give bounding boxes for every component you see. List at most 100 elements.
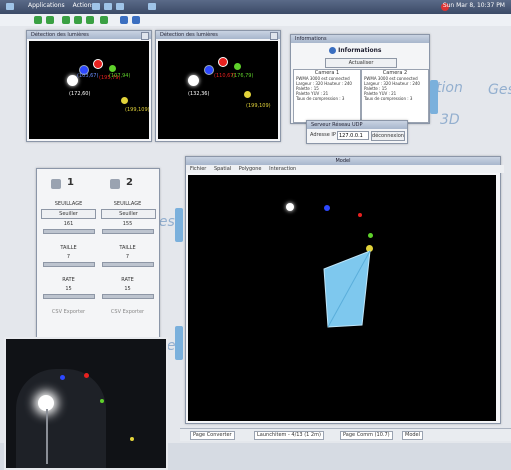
handwriting: Ges <box>488 82 511 98</box>
point-label: (172,60) <box>69 91 91 97</box>
launcher-icon[interactable] <box>92 3 100 10</box>
camera2-line: Taux de compression : 3 <box>364 96 413 101</box>
rate-value: 15 <box>65 286 72 292</box>
launcher-icon[interactable] <box>148 3 156 10</box>
point-label: (132,36) <box>188 91 210 97</box>
side-tab-handle[interactable] <box>430 80 438 114</box>
csv-export-link[interactable]: CSV Exporter <box>41 309 96 315</box>
light-green <box>109 65 116 72</box>
task-item[interactable]: Launchitem - 4/13 (1 2m) <box>254 431 324 440</box>
app-menu-icon[interactable] <box>6 3 14 10</box>
close-icon[interactable] <box>141 32 149 40</box>
handwriting: 3D <box>440 112 460 128</box>
rate-label: RATE <box>62 277 75 283</box>
light-yellow <box>130 437 134 441</box>
marker-white <box>286 203 294 211</box>
window-title: Détection des lumières <box>156 31 280 39</box>
light-white <box>188 75 199 86</box>
camera1-info: Camera 1 PWMA 3000 est connected Largeur… <box>293 69 361 123</box>
light-yellow <box>121 97 128 104</box>
point-label: (176,79) <box>232 73 254 79</box>
task-item[interactable]: Page Converter <box>190 431 235 440</box>
threshold-button[interactable]: Seuiller <box>41 209 96 219</box>
light-blue <box>204 65 214 75</box>
info-window: Informations Informations Actualiser Cam… <box>290 34 430 124</box>
play-icon[interactable] <box>34 16 42 24</box>
address-label: Adresse IP <box>310 132 336 138</box>
point-label: (199,109) <box>125 107 150 113</box>
udp-server-window: Serveur Réseau UDP Adresse IP déconnexio… <box>306 120 408 144</box>
threshold-value: 161 <box>63 221 74 227</box>
marker-blue <box>324 205 330 211</box>
light-wand <box>46 409 48 464</box>
window-title: Serveur Réseau UDP <box>307 121 407 129</box>
camera2-info: Camera 2 PWMA 3000 est connected Largeur… <box>361 69 429 123</box>
info-header-text: Informations <box>338 47 382 54</box>
size-label: TAILLE <box>60 245 77 251</box>
menu-fichier[interactable]: Fichier <box>190 166 206 172</box>
threshold-slider[interactable] <box>43 229 95 234</box>
refresh-button[interactable]: Actualiser <box>325 58 397 68</box>
menu-interaction[interactable]: Interaction <box>269 166 296 172</box>
light-red <box>84 373 89 378</box>
csv-export-link[interactable]: CSV Exporter <box>100 309 155 315</box>
disconnect-button[interactable]: déconnexion <box>371 131 405 141</box>
settings-icon[interactable] <box>132 16 140 24</box>
camera2-settings: 2 SEUILLAGE Seuiller 155 TAILLE 7 RATE 1… <box>98 169 159 339</box>
clock[interactable]: Sun Mar 8, 10:37 PM <box>443 2 505 9</box>
window-title: Model <box>186 157 500 165</box>
handwriting: tion <box>436 80 463 96</box>
size-label: TAILLE <box>119 245 136 251</box>
detection-window-left: Détection des lumières (172,60) (103,67)… <box>26 30 152 142</box>
size-value: 7 <box>125 254 130 260</box>
launcher-icon[interactable] <box>116 3 124 10</box>
marker-green <box>368 233 373 238</box>
camera1-line: Taux de compression : 3 <box>296 96 345 101</box>
point-label: (103,67) <box>77 73 99 79</box>
model-menubar: Fichier Spatial Polygone Interaction <box>186 165 504 173</box>
rate-slider[interactable] <box>43 294 95 299</box>
camera-icon <box>110 179 120 189</box>
menu-polygone[interactable]: Polygone <box>239 166 262 172</box>
light-red <box>218 57 228 67</box>
rate-slider[interactable] <box>102 294 154 299</box>
task-item[interactable]: Model <box>402 431 424 440</box>
rate-value: 15 <box>124 286 131 292</box>
light-green <box>100 399 104 403</box>
address-input[interactable] <box>337 131 369 140</box>
close-icon[interactable] <box>270 32 278 40</box>
size-slider[interactable] <box>102 262 154 267</box>
threshold-value: 155 <box>122 221 133 227</box>
step-icon[interactable] <box>86 16 94 24</box>
info-header: Informations <box>329 47 389 55</box>
info-icon <box>329 47 336 54</box>
play-icon[interactable] <box>46 16 54 24</box>
settings-panel: 1 SEUILLAGE Seuiller 161 TAILLE 7 RATE 1… <box>36 168 160 340</box>
save-icon[interactable] <box>120 16 128 24</box>
step-icon[interactable] <box>74 16 82 24</box>
side-tab-handle[interactable] <box>175 208 183 242</box>
size-slider[interactable] <box>43 262 95 267</box>
light-red <box>93 59 103 69</box>
size-value: 7 <box>66 254 71 260</box>
threshold-label: SEUILLAGE <box>54 201 83 207</box>
light-green <box>234 63 241 70</box>
task-item[interactable]: Page Comm (10.7) <box>340 431 393 440</box>
menu-spatial[interactable]: Spatial <box>214 166 231 172</box>
model-window: Model Fichier Spatial Polygone Interacti… <box>185 156 504 424</box>
play-icon[interactable] <box>62 16 70 24</box>
side-tab-handle[interactable] <box>175 326 183 360</box>
point-label: (107,94) <box>109 73 131 79</box>
threshold-slider[interactable] <box>102 229 154 234</box>
taskbar: Page Converter Launchitem - 4/13 (1 2m) … <box>180 428 511 441</box>
desktop: Détection des lumières (172,60) (103,67)… <box>0 26 511 470</box>
point-label: (199,109) <box>246 103 271 109</box>
model-3d-view[interactable] <box>188 175 496 421</box>
launcher-icon[interactable] <box>104 3 112 10</box>
step-icon[interactable] <box>100 16 108 24</box>
camera1-settings: 1 SEUILLAGE Seuiller 161 TAILLE 7 RATE 1… <box>37 169 98 339</box>
detection-window-right: Détection des lumières (132,36) (110,67)… <box>155 30 281 142</box>
menu-applications[interactable]: Applications <box>28 2 65 9</box>
threshold-button[interactable]: Seuiller <box>101 209 156 219</box>
window-title: Détection des lumières <box>27 31 151 39</box>
